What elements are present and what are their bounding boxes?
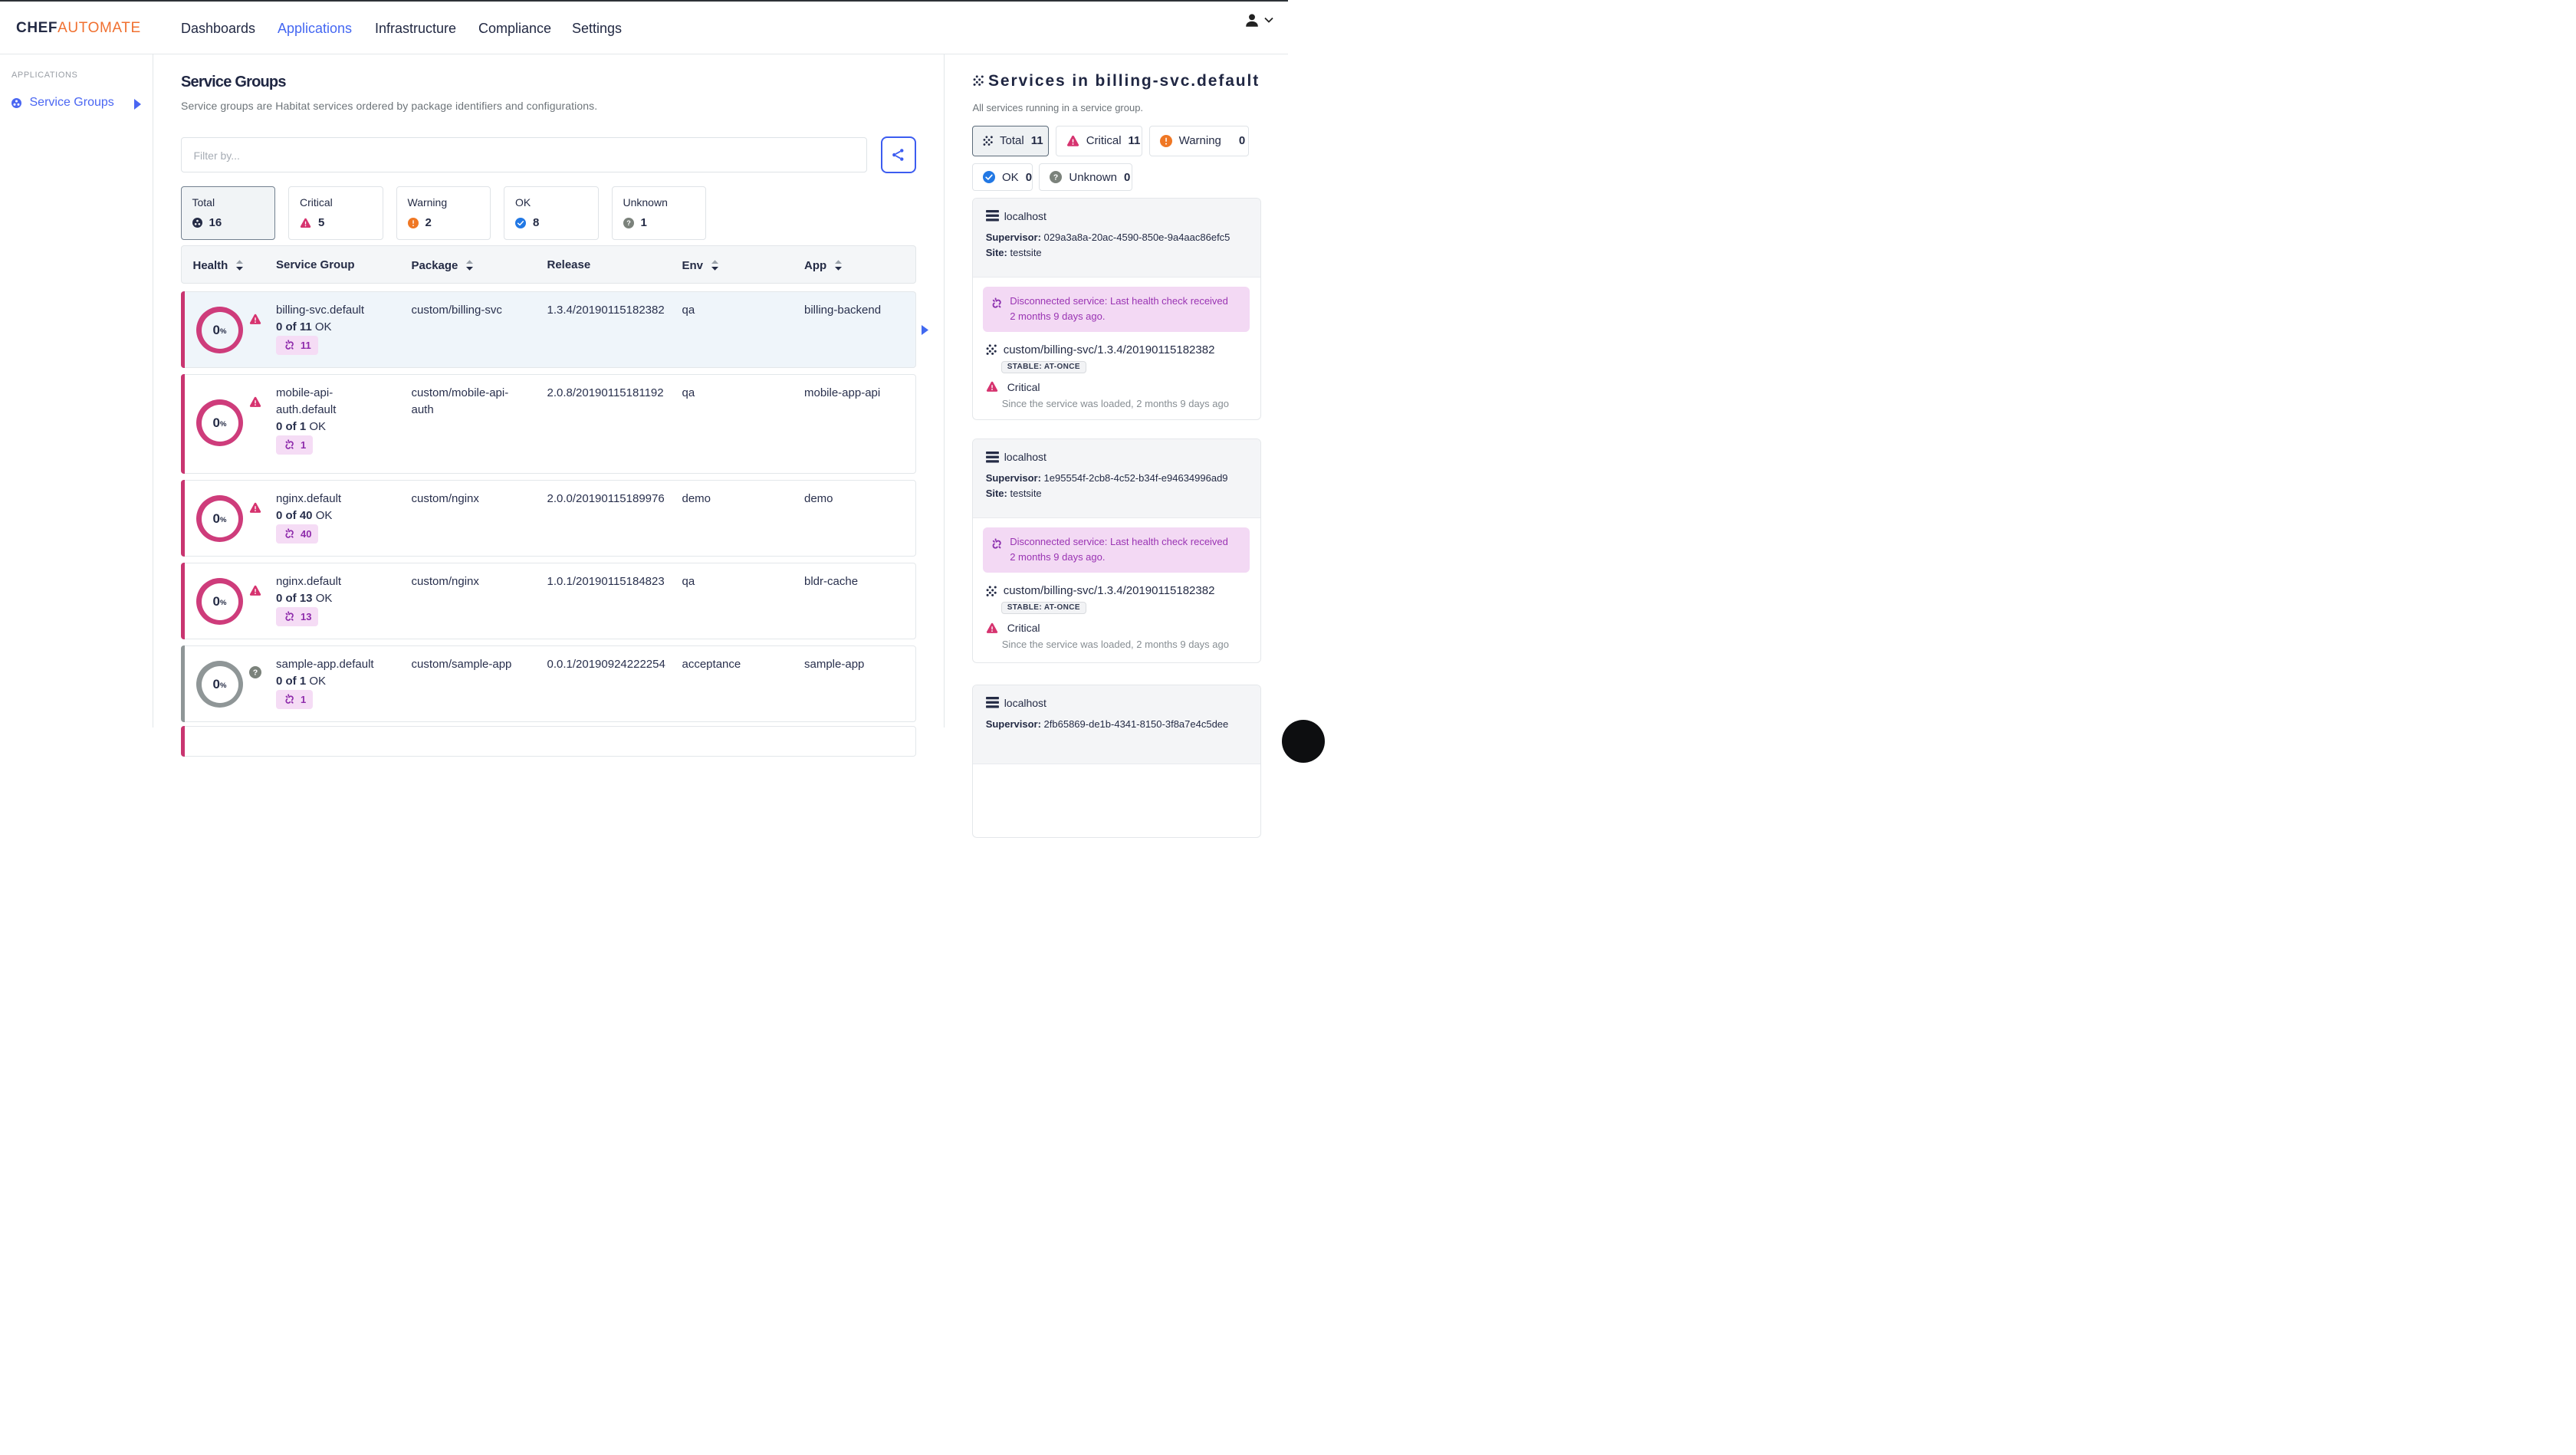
svg-text:?: ? xyxy=(626,219,631,227)
svg-text:?: ? xyxy=(252,669,257,678)
svg-text:?: ? xyxy=(1053,174,1058,182)
